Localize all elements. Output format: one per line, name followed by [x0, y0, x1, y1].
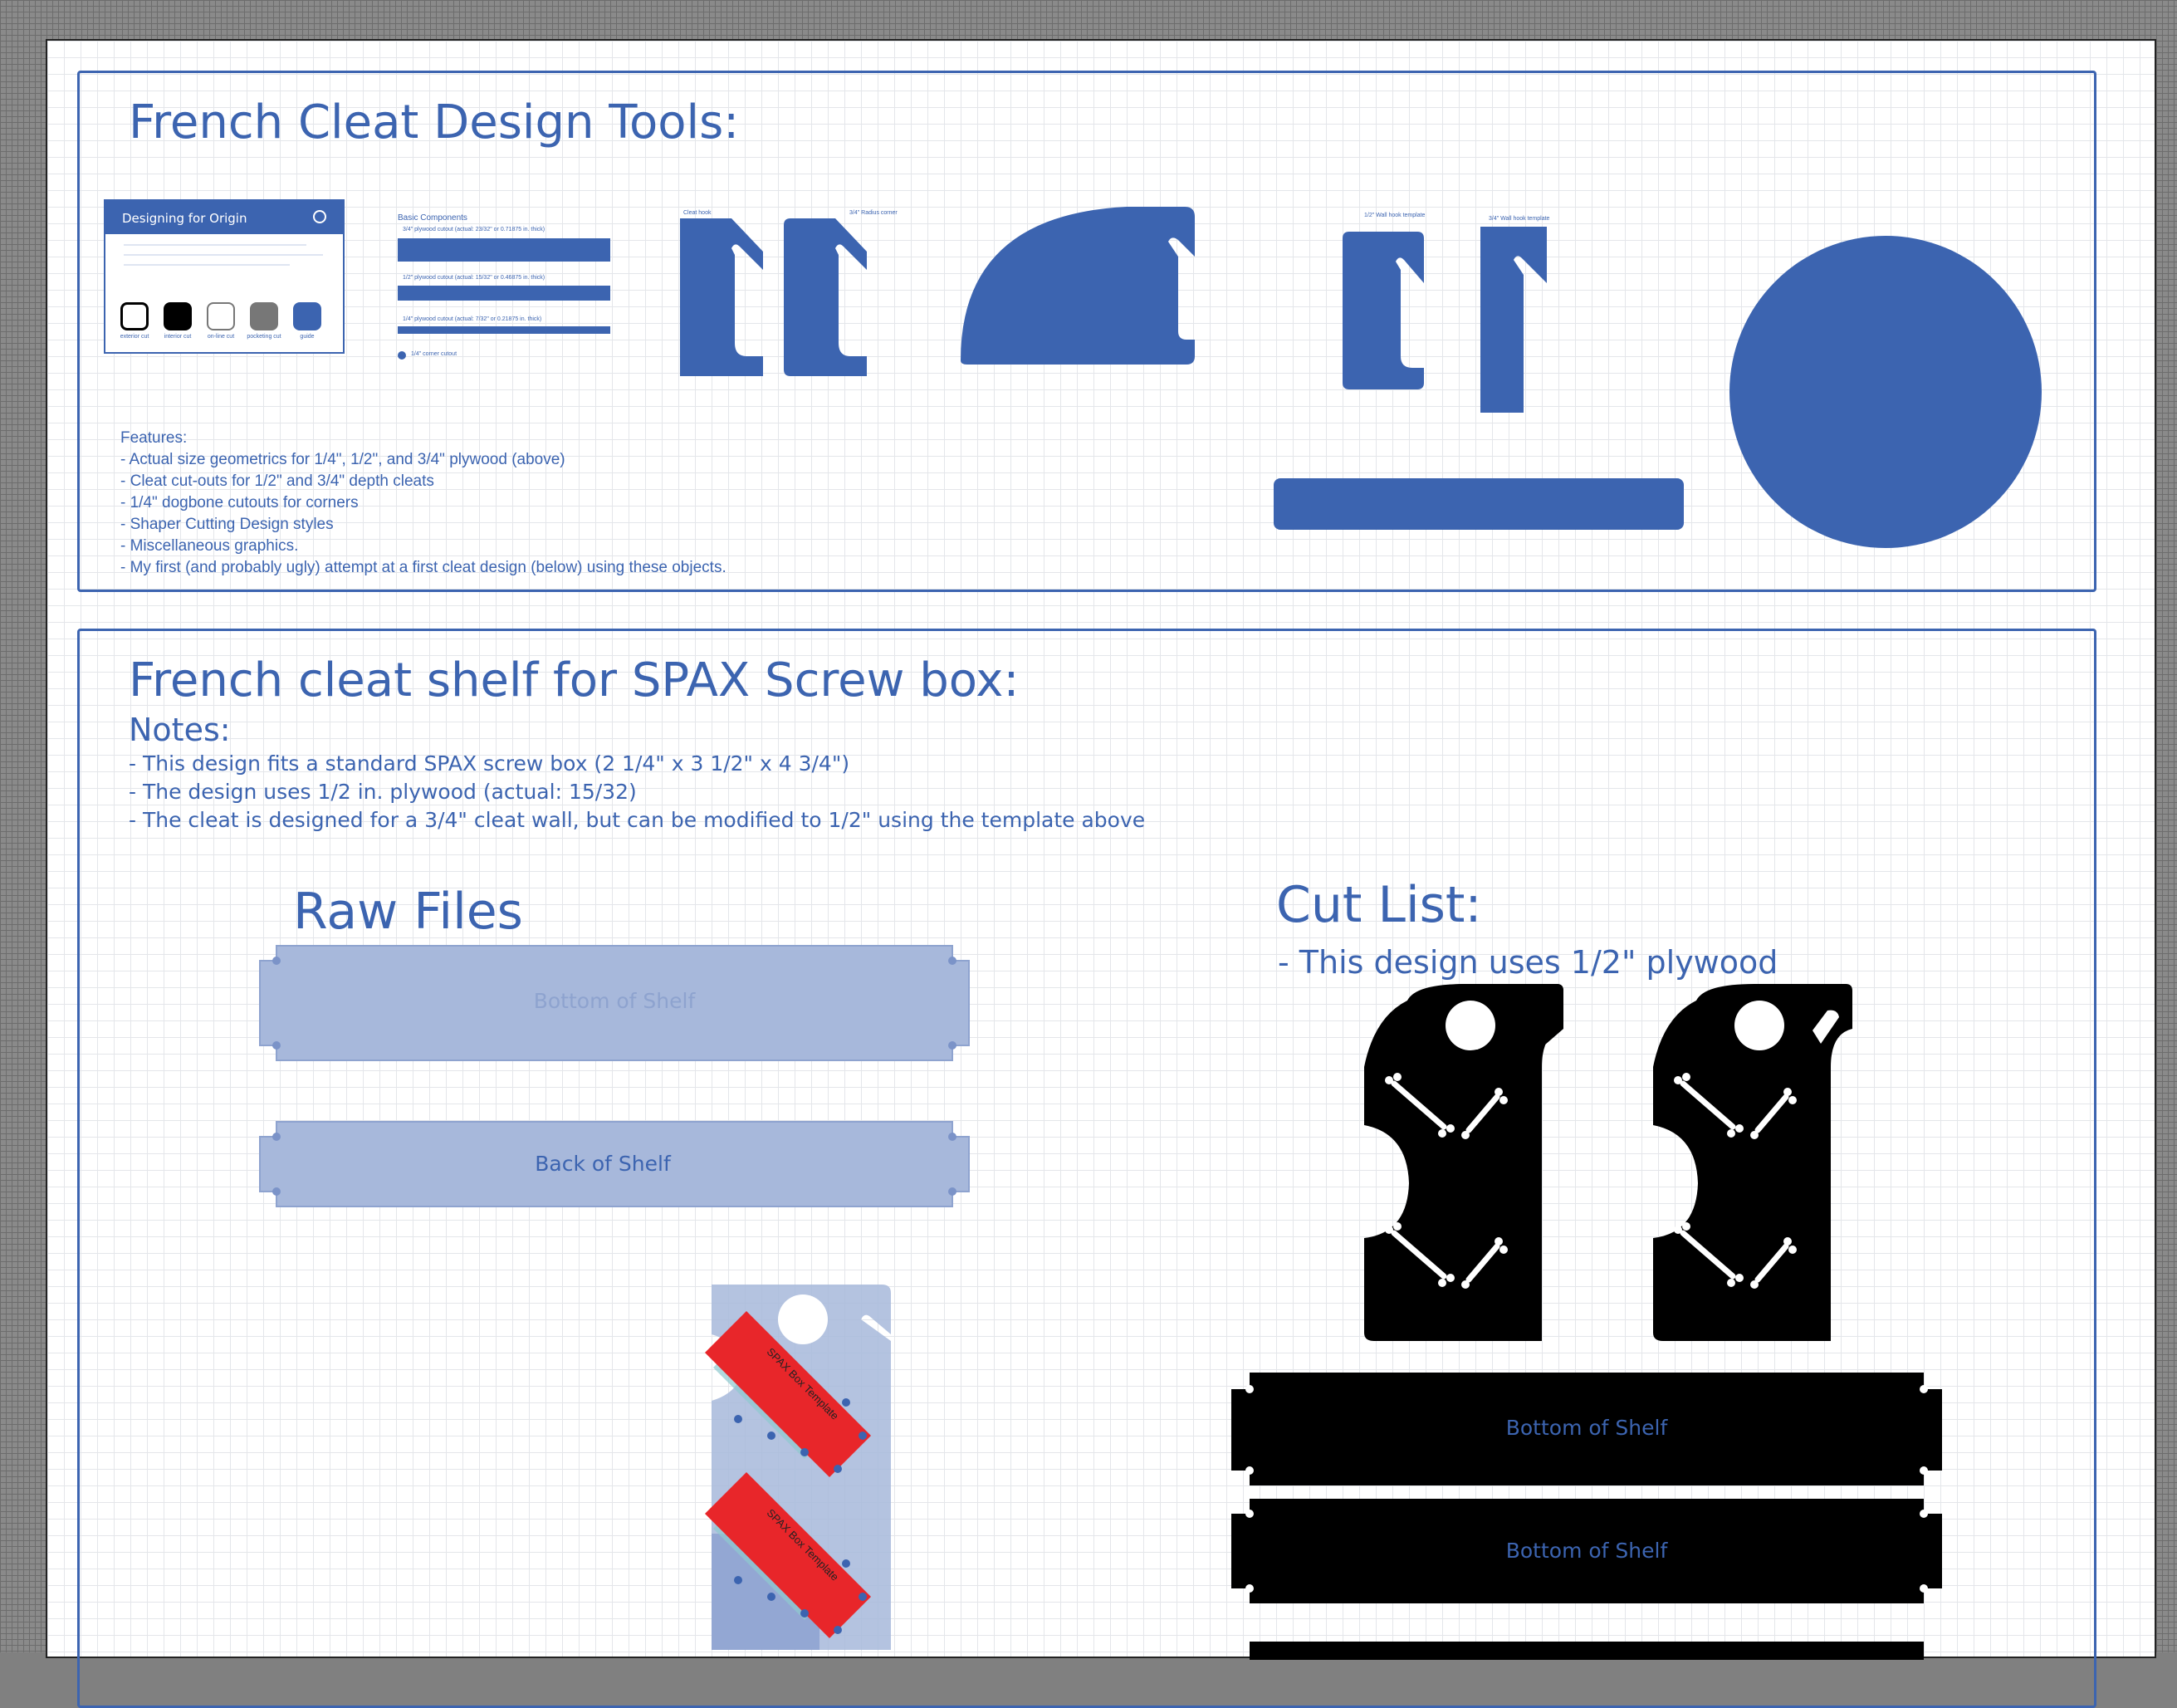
- notes-list: - This design fits a standard SPAX screw…: [129, 750, 1145, 834]
- origin-card-line: [124, 244, 306, 246]
- plywood-bar-12[interactable]: [398, 286, 610, 301]
- cleat-dome-shape[interactable]: [961, 207, 1201, 365]
- origin-card-title: Designing for Origin: [122, 211, 247, 226]
- corner-cutout-label: 1/4" corner cutout: [411, 351, 457, 357]
- cut-bottom-label-1: Bottom of Shelf: [1505, 1416, 1668, 1440]
- raw-bottom-label: Bottom of Shelf: [533, 989, 696, 1013]
- cut-bottom-label-2: Bottom of Shelf: [1505, 1539, 1668, 1563]
- feature-item: - 1/4" dogbone cutouts for corners: [120, 494, 359, 511]
- corner-cutout-dot[interactable]: [398, 351, 406, 360]
- raw-back-label: Back of Shelf: [535, 1152, 671, 1176]
- swatch-exterior: [120, 302, 149, 330]
- swatch-pocketing: [250, 302, 278, 330]
- cut-list-title: Cut List:: [1276, 876, 1482, 934]
- swatch-label: exterior cut: [120, 334, 149, 340]
- cut-list-subtitle: - This design uses 1/2" plywood: [1278, 944, 1778, 981]
- component-label-34: 3/4" plywood cutout (actual: 23/32" or 0…: [403, 227, 545, 232]
- feature-item: - Shaper Cutting Design styles: [120, 516, 334, 533]
- feature-item: - Miscellaneous graphics.: [120, 537, 299, 555]
- swatch-label: interior cut: [164, 334, 192, 340]
- hook-label-1: Cleat hook: [683, 210, 712, 216]
- notes-header: Notes:: [129, 712, 231, 748]
- wall-hook-label-2: 3/4" Wall hook template: [1489, 216, 1550, 222]
- cleat-hook-1[interactable]: [680, 218, 763, 376]
- origin-card-line: [124, 254, 323, 256]
- swatch-label: guide: [300, 334, 315, 340]
- section-title-spax: French cleat shelf for SPAX Screw box:: [129, 653, 1020, 707]
- origin-card-line: [124, 264, 290, 266]
- swatch-online: [207, 302, 235, 330]
- component-label-14: 1/4" plywood cutout (actual: 7/32" or 0.…: [403, 316, 542, 322]
- cut-side-piece-2[interactable]: [1646, 984, 1854, 1341]
- plywood-bar-34[interactable]: [398, 238, 610, 262]
- note-item: - This design fits a standard SPAX screw…: [129, 751, 850, 776]
- swatch-label: on-line cut: [207, 334, 235, 340]
- artboard[interactable]: French Cleat Design Tools: Designing for…: [46, 39, 2156, 1708]
- components-header: Basic Components: [398, 213, 467, 223]
- feature-item: - Actual size geometrics for 1/4", 1/2",…: [120, 451, 565, 468]
- origin-card-logo-icon: [313, 210, 326, 223]
- spax-box-template-2[interactable]: [680, 1464, 912, 1655]
- note-item: - The cleat is designed for a 3/4" cleat…: [129, 808, 1146, 832]
- plywood-bar-14[interactable]: [398, 326, 610, 334]
- wall-hook-template-1[interactable]: [1343, 232, 1426, 389]
- note-item: - The design uses 1/2 in. plywood (actua…: [129, 780, 637, 804]
- circle-graphic[interactable]: [1729, 236, 2042, 548]
- raw-files-title: Raw Files: [293, 883, 523, 941]
- section-title-design-tools: French Cleat Design Tools:: [129, 95, 740, 149]
- feature-item: - Cleat cut-outs for 1/2" and 3/4" depth…: [120, 472, 434, 490]
- swatch-label: pocketing cut: [247, 334, 281, 340]
- feature-item: - My first (and probably ugly) attempt a…: [120, 559, 726, 576]
- features-header: Features:: [120, 429, 188, 447]
- component-label-12: 1/2" plywood cutout (actual: 15/32" or 0…: [403, 275, 545, 281]
- origin-card[interactable]: Designing for Origin exterior cut interi…: [104, 199, 345, 354]
- wall-hook-label-1: 1/2" Wall hook template: [1364, 213, 1426, 218]
- cut-side-piece-1[interactable]: [1358, 984, 1565, 1341]
- wall-hook-template-2[interactable]: [1480, 227, 1547, 413]
- hook-label-2: 3/4" Radius corner: [849, 210, 898, 216]
- cut-piece-partial[interactable]: [1250, 1642, 1924, 1660]
- swatch-interior: [164, 302, 192, 330]
- features-list: Features: - Actual size geometrics for 1…: [120, 428, 726, 579]
- swatch-guide: [293, 302, 321, 330]
- rounded-bar-graphic[interactable]: [1274, 478, 1684, 530]
- cleat-hook-2[interactable]: [784, 218, 867, 376]
